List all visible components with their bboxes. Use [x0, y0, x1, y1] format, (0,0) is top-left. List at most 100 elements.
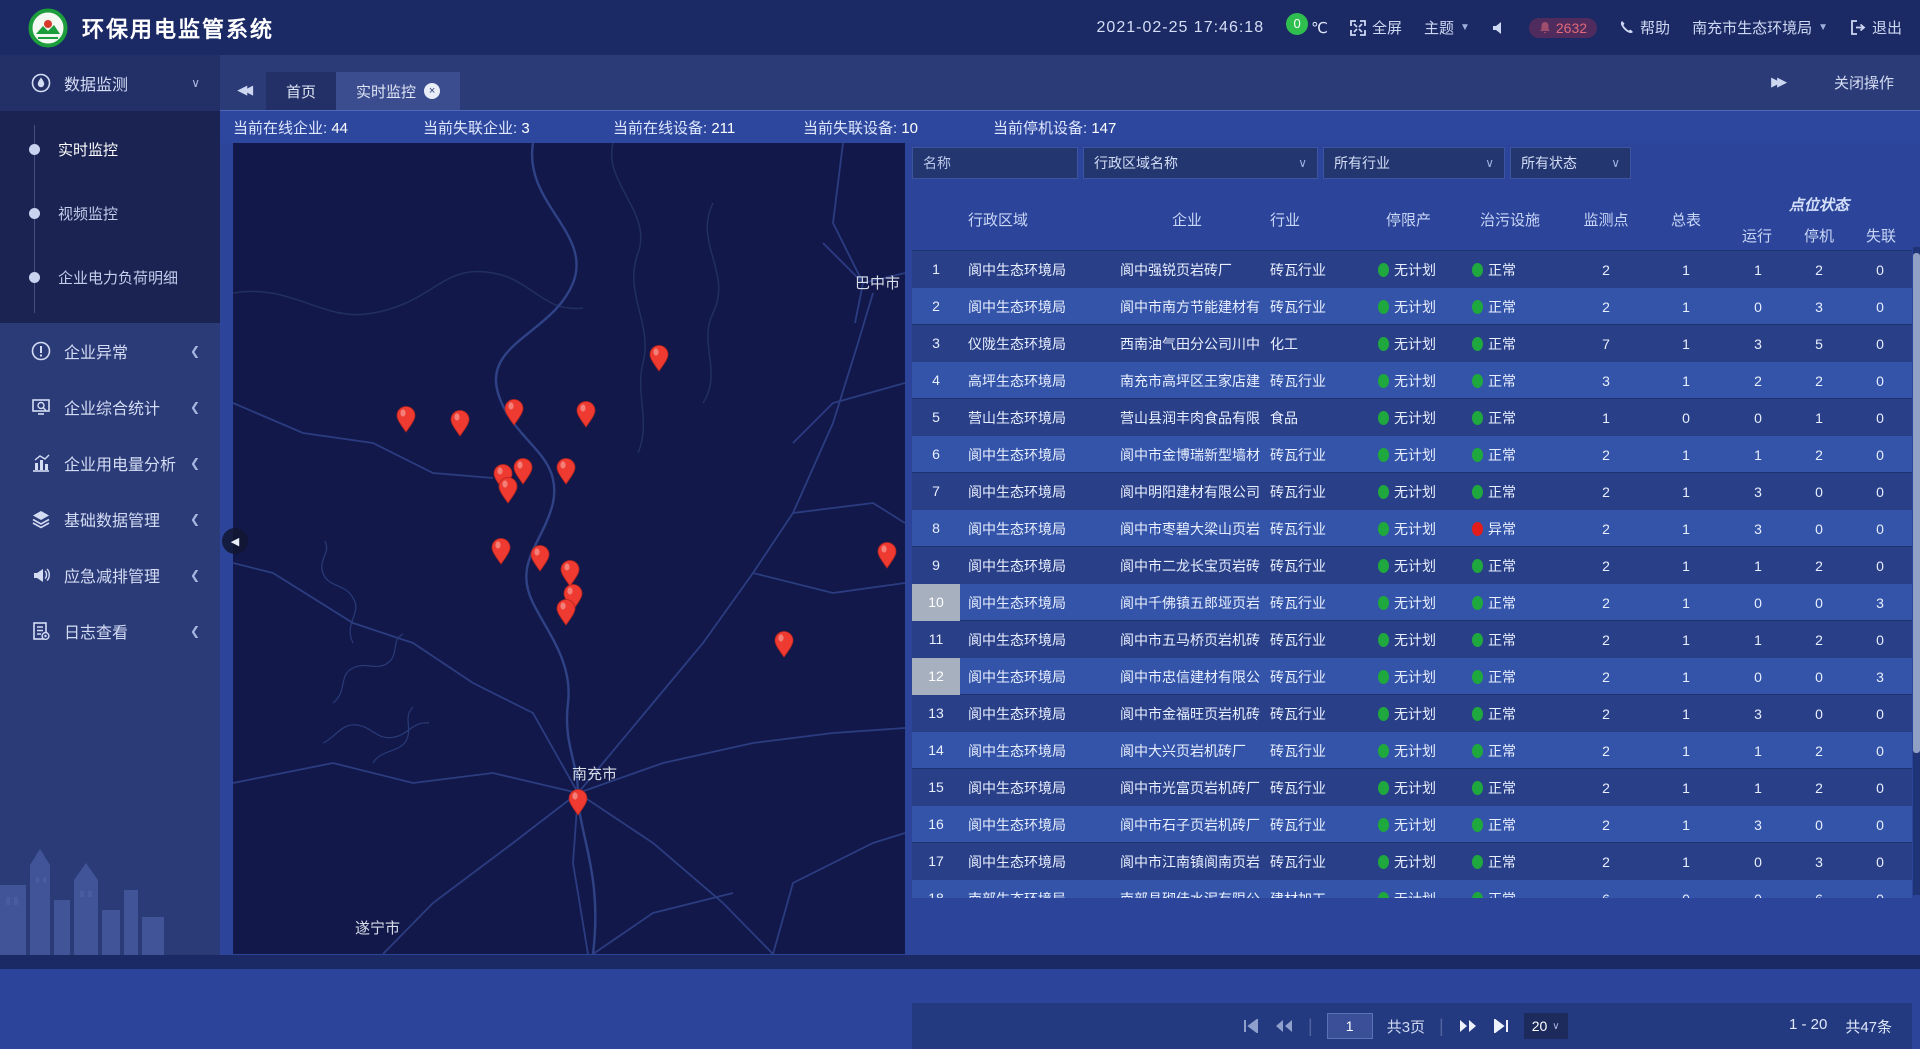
cell-facility-status: 正常 [1472, 334, 1566, 354]
table-row[interactable]: 1阆中生态环境局阆中强锐页岩砖厂砖瓦行业无计划正常21120 [912, 250, 1912, 287]
limit-status-label: 无计划 [1394, 482, 1436, 502]
cell-stop: 2 [1790, 262, 1848, 278]
pagination-bar: | 1 共3页 | 20 ∨ 1 - 20 共47条 [912, 1003, 1912, 1049]
stat-label: 当前在线企业: [233, 120, 331, 137]
cell-company: 阆中市江南镇阆南页岩 [1112, 852, 1262, 872]
table-row[interactable]: 15阆中生态环境局阆中市光富页岩机砖厂砖瓦行业无计划正常21120 [912, 768, 1912, 805]
sidebar-item-data-monitoring[interactable]: 数据监测∨ [0, 55, 220, 111]
scrollbar-thumb[interactable] [1913, 253, 1920, 753]
help-button[interactable]: 帮助 [1619, 17, 1670, 38]
limit-status-label: 无计划 [1394, 667, 1436, 687]
table-row[interactable]: 7阆中生态环境局阆中明阳建材有限公司砖瓦行业无计划正常21300 [912, 472, 1912, 509]
limit-status-label: 无计划 [1394, 630, 1436, 650]
facility-status-label: 正常 [1488, 815, 1516, 835]
table-row[interactable]: 2阆中生态环境局阆中市南方节能建材有砖瓦行业无计划正常21030 [912, 287, 1912, 324]
map-panel[interactable]: 巴中市南充市遂宁市 [233, 143, 905, 954]
table-row[interactable]: 3仪陇生态环境局西南油气田分公司川中化工无计划正常71350 [912, 324, 1912, 361]
theme-dropdown[interactable]: 主题 ▼ [1424, 17, 1470, 38]
status-dot-green [1378, 411, 1389, 425]
facility-status-label: 正常 [1488, 445, 1516, 465]
bullet-dot-icon [29, 272, 40, 283]
table-row[interactable]: 14阆中生态环境局阆中大兴页岩机砖厂砖瓦行业无计划正常21120 [912, 731, 1912, 768]
chevron-left-icon: ❮ [190, 624, 200, 638]
cell-points: 2 [1566, 299, 1646, 315]
table-row[interactable]: 17阆中生态环境局阆中市江南镇阆南页岩砖瓦行业无计划正常21030 [912, 842, 1912, 879]
tab-close-icon[interactable]: × [424, 83, 440, 99]
table-panel: 名称 行政区域名称 ∨ 所有行业 ∨ 所有状态 ∨ 行政区域 企业 行业 停限产… [912, 143, 1912, 954]
sidebar-item-label: 应急减排管理 [64, 563, 190, 587]
cell-facility-status: 正常 [1472, 778, 1566, 798]
cell-run: 1 [1726, 447, 1790, 463]
table-scrollbar[interactable] [1913, 247, 1920, 895]
notification-badge[interactable]: 2632 [1529, 18, 1597, 38]
col-limit: 停限产 [1378, 188, 1472, 250]
sidebar-item-log-view[interactable]: 日志查看❮ [0, 603, 220, 659]
facility-status-label: 正常 [1488, 371, 1516, 391]
cell-region: 阆中生态环境局 [960, 556, 1112, 576]
tab-realtime-monitoring[interactable]: 实时监控 × [336, 72, 460, 110]
cell-limit-status: 无计划 [1378, 334, 1472, 354]
table-row[interactable]: 9阆中生态环境局阆中市二龙长宝页岩砖砖瓦行业无计划正常21120 [912, 546, 1912, 583]
row-index: 2 [912, 288, 960, 325]
fullscreen-button[interactable]: 全屏 [1350, 17, 1402, 38]
cell-meters: 1 [1646, 632, 1726, 648]
sidebar-submenu: 实时监控视频监控企业电力负荷明细 [0, 111, 220, 323]
table-row[interactable]: 6阆中生态环境局阆中市金博瑞新型墙材砖瓦行业无计划正常21120 [912, 435, 1912, 472]
cell-meters: 1 [1646, 558, 1726, 574]
sidebar-item-emergency-reduction[interactable]: 应急减排管理❮ [0, 547, 220, 603]
sidebar-item-base-data-management[interactable]: 基础数据管理❮ [0, 491, 220, 547]
row-index: 7 [912, 473, 960, 510]
sidebar-item-enterprise-statistics[interactable]: 企业综合统计❮ [0, 379, 220, 435]
first-page-button[interactable] [1242, 1019, 1260, 1033]
table-row[interactable]: 4高坪生态环境局南充市高坪区王家店建砖瓦行业无计划正常31220 [912, 361, 1912, 398]
fullscreen-icon [1350, 20, 1366, 36]
facility-status-label: 异常 [1488, 519, 1516, 539]
sidebar-subitem-power-load-detail[interactable]: 企业电力负荷明细 [0, 245, 220, 309]
next-page-button[interactable] [1458, 1019, 1478, 1033]
cell-stop: 0 [1790, 484, 1848, 500]
mute-button[interactable] [1492, 21, 1507, 35]
table-row[interactable]: 11阆中生态环境局阆中市五马桥页岩机砖砖瓦行业无计划正常21120 [912, 620, 1912, 657]
table-row[interactable]: 12阆中生态环境局阆中市忠信建材有限公砖瓦行业无计划正常21003 [912, 657, 1912, 694]
status-dot-green [1472, 411, 1483, 425]
facility-status-label: 正常 [1488, 334, 1516, 354]
stat-item-3: 当前失联设备: 10 [790, 117, 980, 138]
industry-select[interactable]: 所有行业 ∨ [1323, 147, 1505, 179]
region-select[interactable]: 行政区域名称 ∨ [1083, 147, 1318, 179]
table-row[interactable]: 8阆中生态环境局阆中市枣碧大梁山页岩砖瓦行业无计划异常21300 [912, 509, 1912, 546]
sidebar-item-enterprise-abnormal[interactable]: 企业异常❮ [0, 323, 220, 379]
col-run: 运行 [1726, 225, 1788, 246]
table-row[interactable]: 5营山生态环境局营山县润丰肉食品有限食品无计划正常10010 [912, 398, 1912, 435]
status-select[interactable]: 所有状态 ∨ [1510, 147, 1631, 179]
table-row[interactable]: 13阆中生态环境局阆中市金福旺页岩机砖砖瓦行业无计划正常21300 [912, 694, 1912, 731]
bottom-strip [0, 955, 1920, 969]
stat-label: 当前失联设备: [803, 120, 901, 137]
tabs-scroll-right-button[interactable]: ▶▶ [1754, 64, 1800, 102]
page-size-select[interactable]: 20 ∨ [1524, 1013, 1568, 1039]
page-number-input[interactable]: 1 [1327, 1013, 1373, 1039]
logout-button[interactable]: 退出 [1850, 17, 1902, 38]
cell-points: 7 [1566, 336, 1646, 352]
cell-meters: 1 [1646, 706, 1726, 722]
table-row[interactable]: 16阆中生态环境局阆中市石子页岩机砖厂砖瓦行业无计划正常21300 [912, 805, 1912, 842]
name-search-input[interactable]: 名称 [912, 147, 1078, 179]
sidebar-subitem-realtime-monitoring[interactable]: 实时监控 [0, 117, 220, 181]
sidebar-item-power-usage-analysis[interactable]: 企业用电量分析❮ [0, 435, 220, 491]
sidebar: 数据监测∨实时监控视频监控企业电力负荷明细企业异常❮企业综合统计❮企业用电量分析… [0, 55, 220, 955]
table-row[interactable]: 18南部生态环境局南部县砌佳水泥有限公建材加工无计划正常60060 [912, 879, 1912, 898]
sidebar-collapse-handle[interactable]: ◀ [222, 528, 248, 554]
cell-meters: 1 [1646, 373, 1726, 389]
cell-lost: 0 [1848, 299, 1912, 315]
prev-page-button[interactable] [1274, 1019, 1294, 1033]
cell-facility-status: 正常 [1472, 630, 1566, 650]
last-page-button[interactable] [1492, 1019, 1510, 1033]
org-dropdown[interactable]: 南充市生态环境局 ▼ [1692, 17, 1828, 38]
tab-home[interactable]: 首页 [266, 72, 336, 110]
tabs-scroll-left-button[interactable]: ◀◀ [220, 72, 266, 110]
sidebar-subitem-video-monitoring[interactable]: 视频监控 [0, 181, 220, 245]
table-row[interactable]: 10阆中生态环境局阆中千佛镇五郎垭页岩砖瓦行业无计划正常21003 [912, 583, 1912, 620]
close-operations-button[interactable]: 关闭操作 [1834, 72, 1894, 93]
cell-points: 2 [1566, 484, 1646, 500]
chevron-down-icon: ▼ [1460, 22, 1470, 33]
cell-industry: 砖瓦行业 [1262, 593, 1378, 613]
